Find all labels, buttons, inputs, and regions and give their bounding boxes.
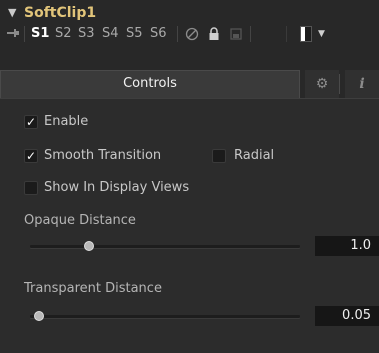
tab-controls[interactable]: Controls [0, 70, 300, 98]
slot-s6[interactable]: S6 [150, 24, 167, 44]
slot-s2[interactable]: S2 [55, 24, 72, 44]
opaque-distance-label: Opaque Distance [24, 213, 136, 228]
cache-icon[interactable] [228, 24, 244, 44]
transparent-distance-slider-handle[interactable] [34, 311, 44, 321]
disabled-circle-icon[interactable] [184, 24, 200, 44]
lock-icon[interactable] [206, 24, 222, 44]
tab-divider [339, 74, 340, 94]
slot-s4[interactable]: S4 [102, 24, 119, 44]
opaque-distance-slider-handle[interactable] [84, 241, 94, 251]
opaque-distance-slider-track[interactable] [30, 245, 300, 248]
enable-label: Enable [44, 114, 89, 129]
toolbar-separator [250, 26, 251, 42]
toolbar-separator [24, 26, 25, 42]
color-swatch-icon[interactable] [300, 26, 312, 42]
opaque-distance-value[interactable]: 1.0 [315, 236, 379, 256]
pin-icon[interactable] [6, 25, 20, 41]
smooth-transition-label: Smooth Transition [44, 148, 162, 163]
slot-s5[interactable]: S5 [126, 24, 143, 44]
slot-s1[interactable]: S1 [31, 24, 49, 44]
toolbar-separator [286, 26, 287, 42]
node-title: SoftClip1 [24, 5, 97, 21]
gear-icon[interactable]: ⚙ [305, 70, 339, 98]
enable-checkbox[interactable]: ✓ [24, 115, 38, 129]
smooth-transition-checkbox[interactable]: ✓ [24, 149, 38, 163]
radial-checkbox[interactable] [212, 149, 226, 163]
caret-down-icon[interactable]: ▼ [318, 26, 328, 42]
toolbar-separator [177, 26, 178, 42]
show-in-display-views-checkbox[interactable] [24, 181, 38, 195]
info-icon[interactable]: i [345, 70, 379, 98]
transparent-distance-slider-track[interactable] [30, 315, 300, 318]
slot-s3[interactable]: S3 [78, 24, 95, 44]
transparent-distance-value[interactable]: 0.05 [315, 306, 379, 326]
show-in-display-views-label: Show In Display Views [44, 180, 190, 195]
transparent-distance-label: Transparent Distance [24, 281, 162, 296]
radial-label: Radial [234, 148, 275, 163]
chevron-down-icon[interactable]: ▼ [8, 6, 22, 20]
